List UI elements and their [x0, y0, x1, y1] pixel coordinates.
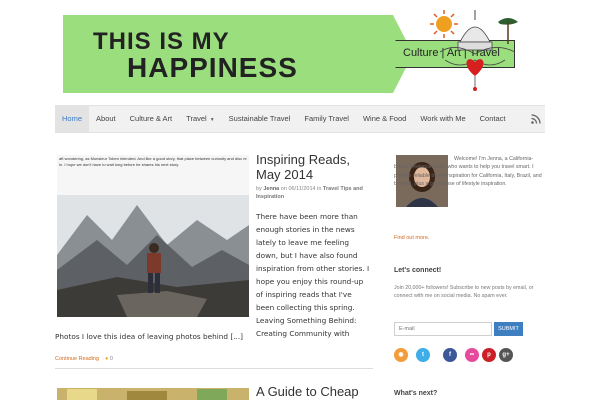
travel-illustration-icon: [430, 10, 518, 91]
nav-item-sustainable-travel[interactable]: Sustainable Travel: [222, 105, 298, 133]
whats-next-heading: What's next?: [394, 390, 438, 397]
author-bio: Welcome! I'm Jenna, a California-based f…: [394, 156, 542, 188]
post-title[interactable]: Inspiring Reads, May 2014: [256, 152, 376, 182]
post-excerpt-continued: Photos I love this idea of leaving photo…: [55, 332, 244, 341]
nav-item-work-with-me[interactable]: Work with Me: [413, 105, 472, 133]
nav-item-culture-art[interactable]: Culture & Art: [123, 105, 180, 133]
connect-heading: Let's connect!: [394, 267, 442, 274]
thumbnail-caption: aft wondering, as Monsieur Toben intende…: [59, 156, 247, 167]
post-thumbnail[interactable]: aft wondering, as Monsieur Toben intende…: [57, 155, 249, 317]
nav-item-home[interactable]: Home: [55, 105, 90, 133]
meta-by-label: by: [256, 186, 262, 192]
comment-count-value: 0: [109, 356, 113, 362]
post-date: 06/11/2014: [288, 186, 316, 192]
site-title-line2[interactable]: HAPPINESS: [127, 52, 298, 84]
submit-button[interactable]: SUBMIT: [494, 322, 523, 336]
nav-item-contact[interactable]: Contact: [473, 105, 513, 133]
nav-item-travel-label: Travel: [186, 114, 207, 123]
twitter-icon[interactable]: t: [416, 348, 430, 362]
meta-on-label: on: [280, 186, 287, 192]
comment-count[interactable]: ● 0: [105, 356, 113, 362]
comment-bubble-icon: ●: [105, 356, 109, 362]
post2-title[interactable]: A Guide to Cheap: [256, 384, 359, 399]
post2-thumbnail[interactable]: [57, 388, 249, 400]
mountain-hiker-photo: [57, 195, 249, 317]
nav-item-family-travel[interactable]: Family Travel: [297, 105, 356, 133]
nav-item-travel[interactable]: Travel ▼: [179, 105, 222, 133]
nav-item-wine-food[interactable]: Wine & Food: [356, 105, 413, 133]
site-header: THIS IS MY HAPPINESS Culture | Art | Tra…: [0, 0, 600, 100]
google-plus-icon[interactable]: g+: [499, 348, 513, 362]
facebook-icon[interactable]: f: [443, 348, 457, 362]
main-nav: Home About Culture & Art Travel ▼ Sustain…: [55, 105, 545, 133]
email-field[interactable]: [394, 322, 492, 336]
continue-reading-link[interactable]: Continue Reading: [55, 356, 99, 362]
chevron-down-icon: ▼: [209, 117, 215, 123]
flickr-icon[interactable]: ••: [465, 348, 479, 362]
post-excerpt: There have been more than enough stories…: [256, 212, 370, 338]
rss-icon[interactable]: [531, 114, 541, 124]
pinterest-icon[interactable]: p: [482, 348, 496, 362]
connect-description: Join 20,000+ followers! Subscribe to new…: [394, 285, 534, 300]
post2-photo: [57, 389, 249, 400]
find-out-more-link[interactable]: Find out more.: [394, 235, 429, 241]
nav-item-about[interactable]: About: [89, 105, 123, 133]
rss-icon[interactable]: ◉: [394, 348, 408, 362]
post-meta: by Jenna on 06/11/2014 in Travel Tips an…: [256, 185, 376, 201]
post-author-link[interactable]: Jenna: [263, 186, 279, 192]
meta-in-label: in: [317, 186, 322, 192]
post-divider: [55, 368, 373, 369]
